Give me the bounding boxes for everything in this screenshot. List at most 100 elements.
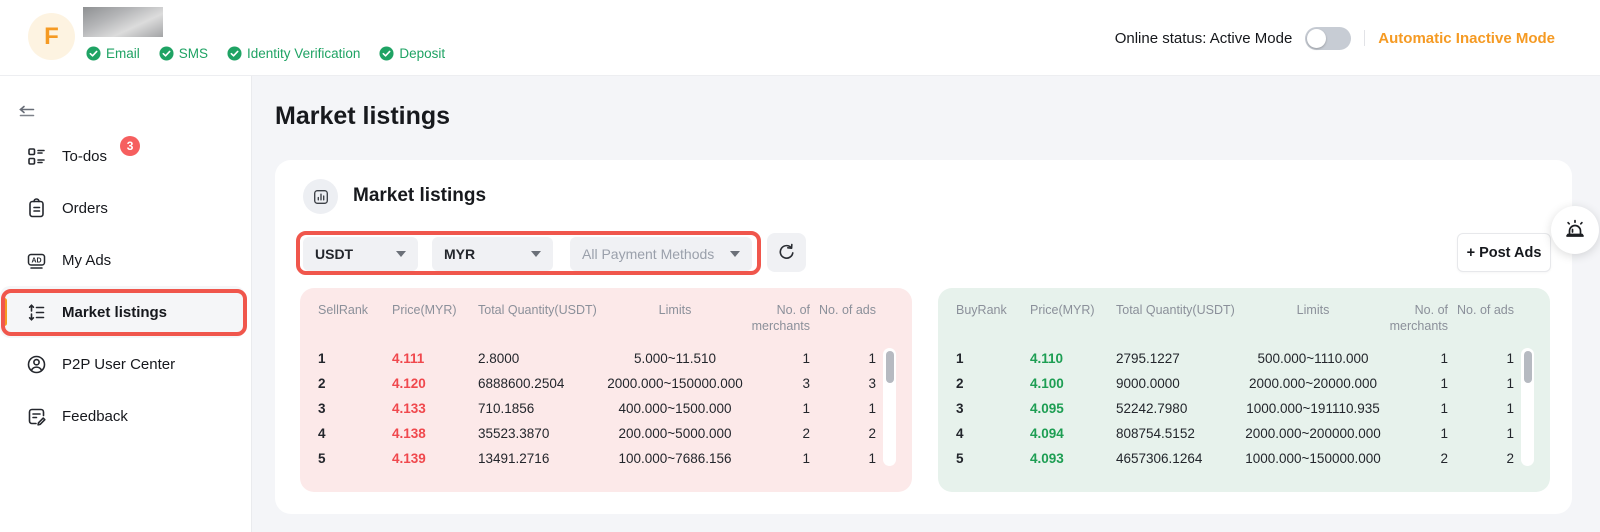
sidebar-item-label: P2P User Center: [62, 356, 175, 373]
cell-rank: 4: [318, 426, 392, 441]
table-row: 5 4.093 4657306.1264 1000.000~150000.000…: [956, 446, 1516, 471]
chevron-down-icon: [396, 251, 406, 257]
cell-price: 4.120: [392, 376, 478, 391]
online-status-label: Online status: Active Mode: [1115, 30, 1293, 47]
cell-quantity: 4657306.1264: [1116, 451, 1242, 466]
column-header: Price(MYR): [1030, 302, 1116, 318]
sidebar-item-market-listings[interactable]: Market listings: [0, 286, 245, 338]
bar-chart-icon: [303, 179, 338, 214]
cell-merchants: 1: [1384, 426, 1448, 441]
badge-label: Deposit: [399, 46, 445, 61]
automatic-inactive-mode-link[interactable]: Automatic Inactive Mode: [1378, 30, 1555, 47]
refresh-button[interactable]: [767, 233, 806, 272]
table-row: 5 4.139 13491.2716 100.000~7686.156 1 1: [318, 446, 878, 471]
sell-table-scrollbar[interactable]: [883, 348, 896, 466]
column-header: No. of ads: [1448, 302, 1514, 318]
sidebar-item-todos[interactable]: To-dos 3: [0, 130, 245, 182]
sell-table-header-row: SellRank Price(MYR) Total Quantity(USDT)…: [318, 302, 878, 346]
page-title: Market listings: [275, 102, 450, 131]
cell-merchants: 1: [746, 351, 810, 366]
cell-ads: 1: [810, 401, 876, 416]
table-row: 3 4.133 710.1856 400.000~1500.000 1 1: [318, 396, 878, 421]
online-status-toggle[interactable]: [1305, 27, 1351, 50]
sidebar-item-my-ads[interactable]: AD My Ads: [0, 234, 245, 286]
payment-method-select[interactable]: All Payment Methods: [570, 237, 752, 271]
cell-limits: 2000.000~200000.000: [1242, 426, 1384, 441]
badge-label: Identity Verification: [247, 46, 360, 61]
alert-siren-button[interactable]: [1551, 206, 1599, 254]
sidebar-item-label: Market listings: [62, 304, 167, 321]
fiat-select-value: MYR: [444, 246, 475, 262]
cell-ads: 1: [810, 351, 876, 366]
cell-limits: 2000.000~20000.000: [1242, 376, 1384, 391]
sidebar-item-feedback[interactable]: Feedback: [0, 390, 245, 442]
avatar-letter: F: [44, 23, 59, 51]
top-header: F Email SMS Identity Verification Deposi…: [0, 0, 1600, 76]
buy-table-body: 1 4.110 2795.1227 500.000~1110.000 1 1 2…: [956, 346, 1516, 471]
check-circle-icon: [227, 46, 242, 61]
refresh-icon: [777, 243, 796, 262]
cell-merchants: 1: [1384, 401, 1448, 416]
cell-ads: 1: [1448, 376, 1514, 391]
payment-select-placeholder: All Payment Methods: [582, 246, 714, 262]
scrollbar-thumb[interactable]: [1524, 351, 1532, 383]
sidebar-item-p2p-user-center[interactable]: P2P User Center: [0, 338, 245, 390]
cell-limits: 1000.000~150000.000: [1242, 451, 1384, 466]
avatar[interactable]: F: [28, 13, 75, 60]
sidebar: To-dos 3 Orders AD My Ads Market list: [0, 76, 252, 532]
column-header: Total Quantity(USDT): [1116, 302, 1242, 318]
sorted-list-icon: [26, 302, 47, 323]
cell-quantity: 808754.5152: [1116, 426, 1242, 441]
card-title: Market listings: [353, 185, 486, 207]
table-row: 4 4.138 35523.3870 200.000~5000.000 2 2: [318, 421, 878, 446]
asset-select-value: USDT: [315, 246, 353, 262]
collapse-sidebar-icon[interactable]: [16, 101, 38, 123]
chevron-down-icon: [531, 251, 541, 257]
cell-limits: 1000.000~191110.935: [1242, 401, 1384, 416]
sidebar-item-label: Orders: [62, 200, 108, 217]
siren-icon: [1563, 218, 1587, 242]
sidebar-item-orders[interactable]: Orders: [0, 182, 245, 234]
cell-merchants: 1: [746, 451, 810, 466]
badge-email: Email: [86, 46, 140, 61]
table-row: 4 4.094 808754.5152 2000.000~200000.000 …: [956, 421, 1516, 446]
check-circle-icon: [86, 46, 101, 61]
asset-select[interactable]: USDT: [303, 237, 418, 271]
table-row: 3 4.095 52242.7980 1000.000~191110.935 1…: [956, 396, 1516, 421]
online-status-cluster: Online status: Active Mode Automatic Ina…: [1115, 0, 1555, 76]
sidebar-item-label: Feedback: [62, 408, 128, 425]
cell-rank: 4: [956, 426, 1030, 441]
cell-ads: 2: [810, 426, 876, 441]
sidebar-nav: To-dos 3 Orders AD My Ads Market list: [0, 130, 245, 442]
buy-table-scrollbar[interactable]: [1521, 348, 1534, 466]
cell-limits: 2000.000~150000.000: [604, 376, 746, 391]
check-circle-icon: [159, 46, 174, 61]
fiat-select[interactable]: MYR: [432, 237, 553, 271]
check-circle-icon: [379, 46, 394, 61]
cell-limits: 400.000~1500.000: [604, 401, 746, 416]
cell-rank: 3: [956, 401, 1030, 416]
badge-identity-verification: Identity Verification: [227, 46, 360, 61]
feedback-pencil-icon: [26, 406, 47, 427]
market-listings-card: Market listings USDT MYR All Payment Met…: [275, 160, 1572, 514]
cell-merchants: 2: [1384, 451, 1448, 466]
ad-icon: AD: [26, 250, 47, 271]
clipboard-icon: [26, 198, 47, 219]
post-ads-button[interactable]: + Post Ads: [1457, 233, 1551, 272]
cell-rank: 3: [318, 401, 392, 416]
sell-table-body: 1 4.111 2.8000 5.000~11.510 1 1 2 4.120 …: [318, 346, 878, 471]
sidebar-item-label: To-dos: [62, 148, 107, 165]
scrollbar-thumb[interactable]: [886, 351, 894, 383]
cell-ads: 2: [1448, 451, 1514, 466]
cell-rank: 2: [318, 376, 392, 391]
table-row: 1 4.111 2.8000 5.000~11.510 1 1: [318, 346, 878, 371]
buy-listings-table: BuyRank Price(MYR) Total Quantity(USDT) …: [938, 288, 1550, 492]
column-header: SellRank: [318, 302, 392, 318]
column-header: Total Quantity(USDT): [478, 302, 604, 318]
cell-merchants: 1: [1384, 376, 1448, 391]
cell-price: 4.138: [392, 426, 478, 441]
cell-quantity: 52242.7980: [1116, 401, 1242, 416]
cell-merchants: 1: [1384, 351, 1448, 366]
cell-quantity: 2795.1227: [1116, 351, 1242, 366]
cell-rank: 2: [956, 376, 1030, 391]
